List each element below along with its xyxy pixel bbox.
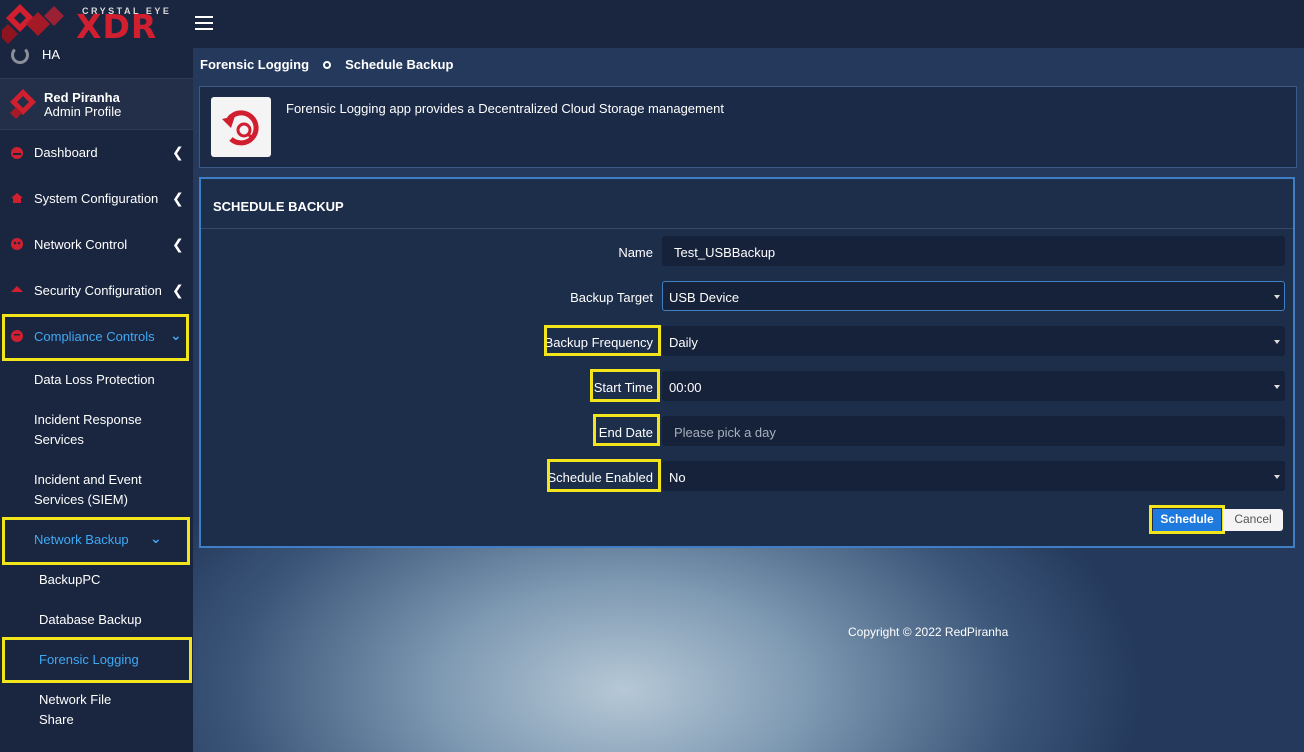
brand-logo[interactable]: CRYSTAL EYE XDR	[0, 0, 193, 48]
backup-target-select[interactable]: USB Device	[662, 281, 1285, 311]
app-description: Forensic Logging app provides a Decentra…	[286, 101, 724, 116]
backup-frequency-value: Daily	[669, 335, 698, 350]
backup-target-label: Backup Target	[570, 290, 653, 305]
nav-network-control[interactable]: Network Control ❮	[0, 223, 193, 267]
backup-target-value: USB Device	[669, 290, 740, 305]
nav-dashboard-label: Dashboard	[34, 145, 98, 160]
nav-data-loss-protection[interactable]: Data Loss Protection	[34, 370, 184, 390]
name-label: Name	[618, 245, 653, 260]
start-time-value: 00:00	[669, 380, 702, 395]
chevron-left-icon: ❮	[172, 236, 184, 252]
chevron-left-icon: ❮	[172, 282, 184, 298]
chevron-left-icon: ❮	[172, 144, 184, 160]
highlight-start-time	[590, 369, 660, 402]
forensic-logging-app-icon	[211, 97, 271, 157]
nav-incident-response-services[interactable]: Incident Response Services	[34, 410, 184, 450]
dropdown-caret-icon	[1274, 385, 1280, 389]
highlight-end-date	[593, 414, 660, 446]
power-icon	[11, 46, 29, 64]
profile-role: Admin Profile	[44, 104, 122, 119]
nav-dashboard[interactable]: Dashboard ❮	[0, 131, 193, 175]
highlight-backup-frequency	[544, 325, 661, 356]
crystal-eye-logo-icon	[2, 4, 64, 44]
highlight-compliance-controls	[2, 314, 189, 361]
backup-frequency-select[interactable]: Daily	[662, 326, 1285, 356]
hamburger-menu-icon[interactable]	[195, 16, 213, 34]
schedule-enabled-select[interactable]: No	[662, 461, 1285, 491]
chevron-left-icon: ❮	[172, 190, 184, 206]
nav-system-configuration[interactable]: System Configuration ❮	[0, 177, 193, 221]
cancel-button[interactable]: Cancel	[1223, 509, 1283, 531]
network-icon	[11, 238, 23, 250]
breadcrumb-forensic-logging[interactable]: Forensic Logging	[200, 57, 309, 72]
home-icon	[11, 193, 23, 203]
schedule-button[interactable]: Schedule	[1153, 509, 1221, 531]
app-info-box: Forensic Logging app provides a Decentra…	[199, 86, 1297, 168]
schedule-backup-panel: SCHEDULE BACKUP Name Test_USBBackup Back…	[199, 177, 1295, 548]
profile-name: Red Piranha	[44, 90, 120, 105]
dropdown-caret-icon	[1274, 295, 1280, 299]
nav-security-configuration-label: Security Configuration	[34, 283, 162, 298]
highlight-schedule-enabled	[547, 459, 661, 492]
admin-profile[interactable]: Red Piranha Admin Profile	[0, 78, 193, 130]
highlight-network-backup	[2, 517, 190, 565]
nav-network-file-share[interactable]: Network File Share	[39, 690, 129, 730]
top-bar	[193, 0, 1304, 48]
start-time-select[interactable]: 00:00	[662, 371, 1285, 401]
red-piranha-logo-icon	[10, 89, 36, 119]
breadcrumb-schedule-backup: Schedule Backup	[345, 57, 454, 72]
ha-item[interactable]: HA	[0, 42, 193, 76]
brand-big-text: XDR	[76, 7, 158, 46]
name-input[interactable]: Test_USBBackup	[662, 236, 1285, 266]
dashboard-icon	[11, 147, 23, 159]
panel-title: SCHEDULE BACKUP	[201, 179, 1293, 229]
end-date-input[interactable]: Please pick a day	[662, 416, 1285, 446]
nav-network-control-label: Network Control	[34, 237, 128, 252]
dropdown-caret-icon	[1274, 340, 1280, 344]
nav-incident-event-services[interactable]: Incident and Event Services (SIEM)	[34, 470, 184, 510]
dropdown-caret-icon	[1274, 475, 1280, 479]
breadcrumb: Forensic Logging Schedule Backup	[200, 57, 453, 72]
schedule-enabled-value: No	[669, 470, 686, 485]
nav-security-configuration[interactable]: Security Configuration ❮	[0, 269, 193, 313]
breadcrumb-separator-icon	[323, 61, 332, 70]
nav-database-backup[interactable]: Database Backup	[39, 610, 179, 630]
ha-label: HA	[42, 47, 61, 62]
sidebar: CRYSTAL EYE XDR HA Red Piranha Admin Pro…	[0, 0, 193, 752]
copyright-text: Copyright © 2022 RedPiranha	[848, 625, 1009, 639]
nav-system-configuration-label: System Configuration	[34, 191, 159, 206]
highlight-forensic-logging	[2, 637, 192, 683]
shield-icon	[11, 286, 23, 292]
main-content: Forensic Logging Schedule Backup Forensic…	[193, 0, 1304, 752]
nav-backuppc[interactable]: BackupPC	[39, 570, 179, 590]
